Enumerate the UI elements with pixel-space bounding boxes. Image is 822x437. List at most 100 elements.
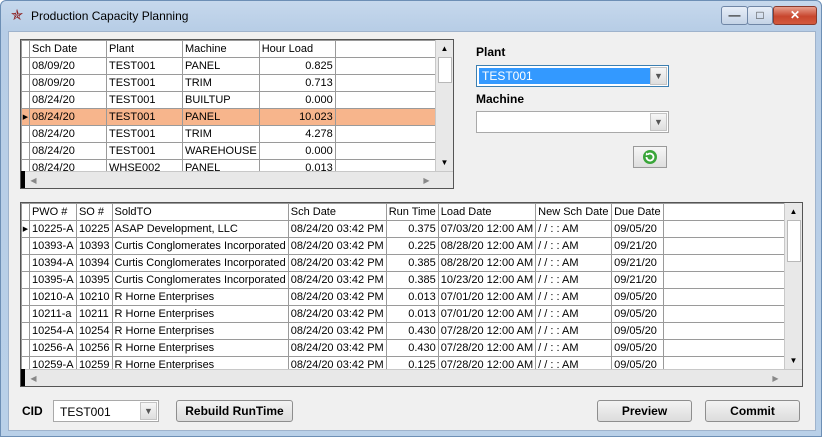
order-cell[interactable]: 10225-A <box>28 220 77 238</box>
order-row[interactable]: 10394-A 10394 Curtis Conglomerates Incorpo… <box>21 254 802 272</box>
capacity-cell[interactable]: 0.000 <box>258 91 336 109</box>
order-cell[interactable]: / / : : AM <box>535 339 613 357</box>
chevron-down-icon[interactable]: ▼ <box>650 113 667 131</box>
order-cell[interactable]: 07/03/20 12:00 AM <box>437 220 537 238</box>
order-cell[interactable]: 08/24/20 03:42 PM <box>287 288 387 306</box>
row-selector[interactable] <box>21 322 30 340</box>
order-row[interactable]: 10211-a 10211 R Horne Enterprises 08/24/20 … <box>21 305 802 323</box>
row-selector[interactable] <box>21 254 30 272</box>
capacity-cell[interactable]: 4.278 <box>258 125 336 143</box>
order-cell[interactable]: 09/21/20 <box>611 254 664 272</box>
row-selector[interactable] <box>21 142 30 160</box>
capacity-cell[interactable]: WAREHOUSE <box>182 142 260 160</box>
scroll-up-icon[interactable]: ▲ <box>785 203 802 220</box>
row-selector[interactable] <box>21 91 30 109</box>
capacity-row[interactable]: ▶ 08/24/20 TEST001 PANEL 10.023 <box>21 108 436 126</box>
order-cell[interactable]: 10254 <box>75 322 113 340</box>
column-header[interactable]: Sch Date <box>287 203 387 221</box>
column-header[interactable]: New Sch Date <box>535 203 613 221</box>
order-cell[interactable]: 0.430 <box>385 339 439 357</box>
order-row[interactable]: 10254-A 10254 R Horne Enterprises 08/24/20 … <box>21 322 802 340</box>
capacity-cell[interactable]: 08/24/20 <box>29 91 107 109</box>
order-cell[interactable]: 0.385 <box>385 271 439 289</box>
scroll-thumb[interactable] <box>787 220 801 262</box>
order-cell[interactable]: 08/24/20 03:42 PM <box>287 237 387 255</box>
order-cell[interactable]: 09/05/20 <box>611 322 664 340</box>
column-header[interactable]: Due Date <box>611 203 664 221</box>
order-cell[interactable]: 10256 <box>75 339 113 357</box>
scroll-thumb[interactable] <box>438 57 452 83</box>
order-cell[interactable]: 09/21/20 <box>611 271 664 289</box>
order-cell[interactable]: 10/23/20 12:00 AM <box>437 271 537 289</box>
order-cell[interactable]: 10211-a <box>28 305 77 323</box>
capacity-row[interactable]: 08/09/20 TEST001 PANEL 0.825 <box>21 57 436 75</box>
order-cell[interactable]: 0.225 <box>385 237 439 255</box>
scroll-up-icon[interactable]: ▲ <box>436 40 453 57</box>
order-cell[interactable]: 09/05/20 <box>611 220 664 238</box>
orders-grid[interactable]: PWO # SO # SoldTO Sch Date Run Time Load… <box>20 202 803 387</box>
column-header[interactable]: SoldTO <box>111 203 289 221</box>
capacity-cell[interactable]: BUILTUP <box>182 91 260 109</box>
capacity-cell[interactable]: 08/24/20 <box>29 108 107 126</box>
column-header[interactable]: Run Time <box>385 203 439 221</box>
order-row[interactable]: 10393-A 10393 Curtis Conglomerates Incorpo… <box>21 237 802 255</box>
row-selector[interactable] <box>21 237 30 255</box>
order-cell[interactable]: 07/28/20 12:00 AM <box>437 322 537 340</box>
rebuild-runtime-button[interactable]: Rebuild RunTime <box>176 400 293 422</box>
order-cell[interactable]: / / : : AM <box>535 220 613 238</box>
order-cell[interactable]: 08/24/20 03:42 PM <box>287 220 387 238</box>
order-cell[interactable]: R Horne Enterprises <box>111 322 289 340</box>
order-cell[interactable]: 10395-A <box>28 271 77 289</box>
order-cell[interactable]: 10210-A <box>28 288 77 306</box>
column-header[interactable]: Sch Date <box>29 40 107 58</box>
order-cell[interactable]: 0.375 <box>385 220 439 238</box>
order-cell[interactable]: 08/24/20 03:42 PM <box>287 271 387 289</box>
order-cell[interactable]: / / : : AM <box>535 254 613 272</box>
order-cell[interactable]: R Horne Enterprises <box>111 288 289 306</box>
order-cell[interactable]: / / : : AM <box>535 322 613 340</box>
chevron-down-icon[interactable]: ▼ <box>650 67 667 85</box>
column-header[interactable]: Plant <box>106 40 183 58</box>
order-row[interactable]: 10210-A 10210 R Horne Enterprises 08/24/20 … <box>21 288 802 306</box>
machine-dropdown[interactable]: ▼ <box>476 111 669 133</box>
capacity-cell[interactable]: 08/24/20 <box>29 142 107 160</box>
capacity-cell[interactable]: 08/24/20 <box>29 125 107 143</box>
column-header[interactable]: PWO # <box>28 203 77 221</box>
capacity-row[interactable]: 08/24/20 TEST001 WAREHOUSE 0.000 <box>21 142 436 160</box>
scroll-left-icon[interactable]: ◀ <box>25 370 42 386</box>
order-cell[interactable]: 10225 <box>75 220 113 238</box>
capacity-row[interactable]: 08/09/20 TEST001 TRIM 0.713 <box>21 74 436 92</box>
column-header[interactable]: Machine <box>182 40 260 58</box>
column-header[interactable]: SO # <box>75 203 113 221</box>
row-selector[interactable] <box>21 339 30 357</box>
capacity-vertical-scrollbar[interactable]: ▲ ▼ <box>435 40 453 171</box>
column-header[interactable]: Load Date <box>437 203 537 221</box>
row-selector[interactable] <box>21 271 30 289</box>
order-cell[interactable]: 07/28/20 12:00 AM <box>437 339 537 357</box>
column-header[interactable]: Hour Load <box>258 40 336 58</box>
order-cell[interactable]: Curtis Conglomerates Incorporated <box>111 271 289 289</box>
order-cell[interactable]: ASAP Development, LLC <box>111 220 289 238</box>
order-cell[interactable]: 10211 <box>75 305 113 323</box>
row-selector[interactable] <box>21 74 30 92</box>
capacity-cell[interactable]: TEST001 <box>106 108 183 126</box>
order-cell[interactable]: 0.385 <box>385 254 439 272</box>
order-cell[interactable]: / / : : AM <box>535 271 613 289</box>
row-selector[interactable] <box>21 125 30 143</box>
order-cell[interactable]: 0.013 <box>385 288 439 306</box>
order-cell[interactable]: Curtis Conglomerates Incorporated <box>111 254 289 272</box>
preview-button[interactable]: Preview <box>597 400 692 422</box>
orders-horizontal-scrollbar[interactable]: ◀ ▶ <box>21 369 802 386</box>
capacity-grid[interactable]: Sch Date Plant Machine Hour Load 08/09/2… <box>20 39 454 189</box>
row-selector[interactable] <box>21 57 30 75</box>
order-cell[interactable]: 0.013 <box>385 305 439 323</box>
current-row-arrow-icon[interactable]: ▶ <box>21 220 30 238</box>
capacity-cell[interactable]: TRIM <box>182 125 260 143</box>
row-selector[interactable] <box>21 305 30 323</box>
order-cell[interactable]: / / : : AM <box>535 237 613 255</box>
capacity-cell[interactable]: TRIM <box>182 74 260 92</box>
scroll-down-icon[interactable]: ▼ <box>436 154 453 171</box>
order-cell[interactable]: R Horne Enterprises <box>111 339 289 357</box>
capacity-cell[interactable]: PANEL <box>182 108 260 126</box>
order-cell[interactable]: 10256-A <box>28 339 77 357</box>
